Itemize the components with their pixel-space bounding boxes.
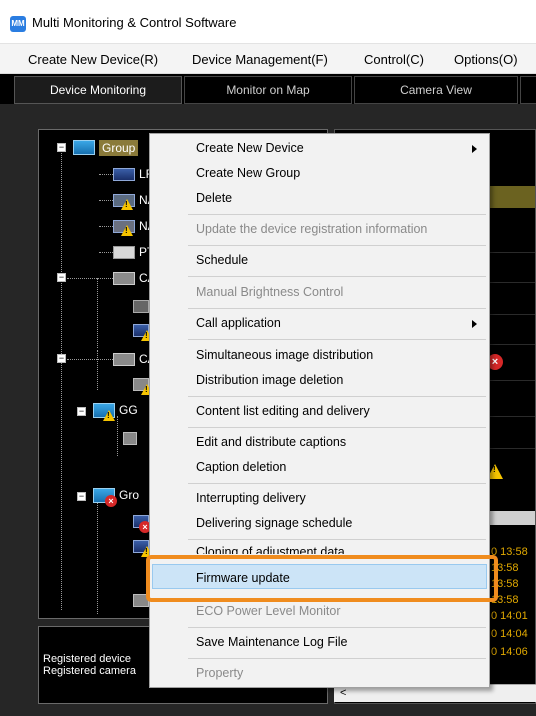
- menu-item-eco-power: ECO Power Level Monitor: [196, 604, 341, 618]
- warning-icon: [103, 410, 115, 421]
- expand-toggle[interactable]: −: [57, 354, 66, 363]
- tab-more[interactable]: [520, 76, 536, 104]
- tree-connector: [99, 226, 113, 227]
- camera-icon: [113, 272, 135, 285]
- menu-item-signage-schedule[interactable]: Delivering signage schedule: [196, 516, 352, 530]
- submenu-arrow-icon: [472, 320, 477, 328]
- expand-toggle[interactable]: −: [77, 407, 86, 416]
- tree-connector: [61, 150, 62, 610]
- tree-connector: [99, 174, 113, 175]
- log-time: 0 14:04: [491, 628, 528, 640]
- menu-item-edit-captions[interactable]: Edit and distribute captions: [196, 435, 346, 449]
- log-time: 13:58: [491, 594, 519, 606]
- menu-separator: [188, 245, 486, 246]
- expand-toggle[interactable]: −: [57, 273, 66, 282]
- scroll-left-icon[interactable]: <: [340, 687, 346, 699]
- tree-connector: [67, 359, 113, 360]
- menu-bar: Create New Device(R) Device Management(F…: [0, 44, 536, 74]
- menu-item-schedule[interactable]: Schedule: [196, 253, 248, 267]
- tab-device-monitoring[interactable]: Device Monitoring: [14, 76, 182, 104]
- log-time: 0 13:58: [491, 546, 528, 558]
- menu-item-simultaneous-distribution[interactable]: Simultaneous image distribution: [196, 348, 373, 362]
- menu-separator: [188, 539, 486, 540]
- context-menu: Create New Device Create New Group Delet…: [149, 133, 490, 688]
- menu-separator: [188, 658, 486, 659]
- log-time: 0 14:01: [491, 610, 528, 622]
- tree-connector: [97, 278, 98, 348]
- menu-item-create-new-group[interactable]: Create New Group: [196, 166, 300, 180]
- menu-item-call-application[interactable]: Call application: [196, 316, 281, 330]
- warning-icon: [121, 199, 133, 210]
- tree-connector: [67, 278, 113, 279]
- menu-item-firmware-update[interactable]: Firmware update: [196, 571, 290, 585]
- window-title: Multi Monitoring & Control Software: [32, 15, 237, 30]
- display-icon: [113, 168, 135, 181]
- menu-separator: [188, 214, 486, 215]
- projector-icon: [133, 594, 149, 607]
- registered-devices-label: Registered device: [43, 653, 132, 665]
- camera-icon: [133, 300, 149, 313]
- menu-create-new-device[interactable]: Create New Device(R): [28, 52, 158, 67]
- camera-icon: [123, 432, 137, 445]
- tree-connector: [97, 494, 98, 614]
- tree-connector: [99, 200, 113, 201]
- tab-camera-view[interactable]: Camera View: [354, 76, 518, 104]
- menu-item-caption-deletion[interactable]: Caption deletion: [196, 460, 286, 474]
- tree-connector: [117, 416, 118, 456]
- tab-monitor-on-map[interactable]: Monitor on Map: [184, 76, 352, 104]
- log-time: 0 14:06: [491, 646, 528, 658]
- menu-item-distribution-deletion[interactable]: Distribution image deletion: [196, 373, 343, 387]
- menu-item-save-log[interactable]: Save Maintenance Log File: [196, 635, 347, 649]
- menu-item-update-registration: Update the device registration informati…: [196, 222, 428, 236]
- menu-options[interactable]: Options(O): [454, 52, 518, 67]
- folder-icon: [73, 140, 95, 155]
- menu-separator: [188, 627, 486, 628]
- menu-item-property: Property: [196, 666, 244, 680]
- menu-control[interactable]: Control(C): [364, 52, 424, 67]
- tab-bar: Device Monitoring Monitor on Map Camera …: [0, 74, 536, 104]
- menu-separator: [188, 396, 486, 397]
- menu-item-content-list[interactable]: Content list editing and delivery: [196, 404, 370, 418]
- menu-device-management[interactable]: Device Management(F): [192, 52, 328, 67]
- menu-item-manual-brightness: Manual Brightness Control: [196, 285, 344, 299]
- tree-node-label: Group: [99, 140, 139, 156]
- menu-separator: [188, 427, 486, 428]
- log-time: 13:58: [491, 578, 519, 590]
- tree-node-label: GG: [119, 403, 138, 417]
- menu-separator: [188, 276, 486, 277]
- expand-toggle[interactable]: −: [77, 492, 86, 501]
- menu-item-create-new-device[interactable]: Create New Device: [196, 141, 304, 155]
- tree-node-label: Gro: [119, 488, 140, 502]
- log-time: 13:58: [491, 562, 519, 574]
- tree-connector: [99, 252, 113, 253]
- registered-cameras-label: Registered camera: [43, 665, 136, 677]
- title-bar: MM Multi Monitoring & Control Software: [0, 0, 536, 44]
- menu-separator: [188, 483, 486, 484]
- expand-toggle[interactable]: −: [57, 143, 66, 152]
- tree-connector: [97, 350, 98, 390]
- menu-item-interrupting-delivery[interactable]: Interrupting delivery: [196, 491, 306, 505]
- menu-separator: [188, 308, 486, 309]
- app-icon: MM: [10, 16, 26, 32]
- submenu-arrow-icon: [472, 145, 477, 153]
- menu-item-cloning[interactable]: Cloning of adjustment data: [196, 545, 345, 554]
- projector-icon: [113, 246, 135, 259]
- camera-icon: [113, 353, 135, 366]
- menu-item-delete[interactable]: Delete: [196, 191, 232, 205]
- menu-separator: [188, 339, 486, 340]
- warning-icon: [121, 225, 133, 236]
- error-icon: ×: [105, 495, 117, 507]
